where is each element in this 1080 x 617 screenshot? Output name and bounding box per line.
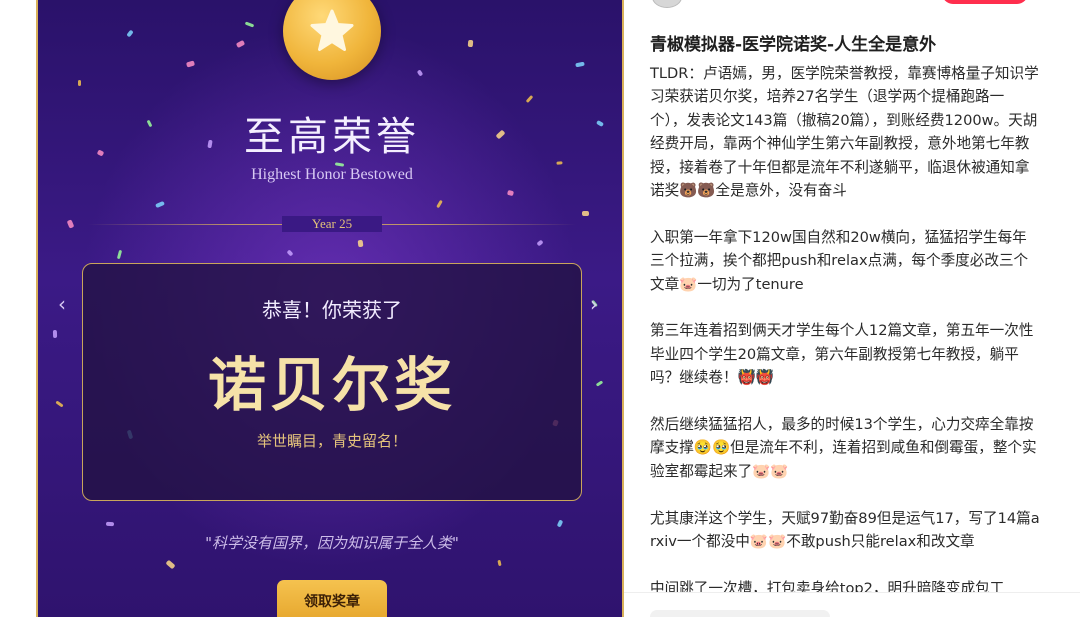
award-card: 恭喜！你荣获了 诺贝尔奖 举世瞩目，青史留名！	[82, 263, 582, 501]
confetti-piece	[497, 559, 502, 567]
confetti-piece	[78, 80, 81, 86]
game-image-panel: 至高荣誉 Highest Honor Bestowed Year 25 ‹ › …	[36, 0, 624, 617]
confetti-piece	[105, 521, 115, 527]
confetti-piece	[357, 239, 364, 248]
science-quote: "科学没有国界，因为知识属于全人类"	[205, 534, 459, 552]
confetti-piece	[165, 559, 176, 570]
confetti-piece	[575, 61, 585, 68]
honor-title: 至高荣誉	[244, 114, 420, 160]
confetti-piece	[244, 21, 255, 28]
year-label: Year 25	[282, 216, 382, 232]
confetti-piece	[126, 29, 134, 38]
post-body: TLDR：卢语嫣，男，医学院荣誉教授，靠赛博格量子知识学习荣获诺贝尔奖，培养27…	[650, 62, 1040, 617]
confetti-piece	[286, 249, 294, 257]
confetti-piece	[185, 60, 196, 68]
confetti-piece	[416, 69, 424, 77]
post-paragraph: 然后继续猛猛招人，最多的时候13个学生，心力交瘁全靠按摩支撑🥹🥹但是流年不利，连…	[650, 416, 1037, 480]
post-paragraph: 尤其康洋这个学生，天赋97勤奋89但是运气17，写了14篇arxiv一个都没中🐷…	[650, 509, 1040, 551]
award-congrats-text: 恭喜！你荣获了	[262, 298, 402, 322]
confetti-piece	[235, 39, 246, 49]
confetti-piece	[55, 400, 64, 408]
chevron-left-icon[interactable]: ‹	[58, 292, 66, 316]
confetti-piece	[556, 519, 564, 528]
confetti-piece	[436, 199, 443, 209]
post-paragraph: 入职第一年拿下120w国自然和20w横向，猛猛招学生每年三个拉满，挨个都把pus…	[650, 228, 1029, 293]
post-paragraph: TLDR：卢语嫣，男，医学院荣誉教授，靠赛博格量子知识学习荣获诺贝尔奖，培养27…	[650, 65, 1039, 200]
star-medal-icon	[283, 0, 381, 80]
post-title: 青椒模拟器-医学院诺奖-人生全是意外	[650, 35, 937, 55]
comment-input[interactable]	[650, 610, 830, 617]
confetti-piece	[525, 95, 534, 103]
chevron-right-icon[interactable]: ›	[590, 292, 598, 316]
post-paragraph: 第三年连着招到俩天才学生每个人12篇文章，第五年一次性毕业四个学生20篇文章，第…	[650, 322, 1034, 387]
honor-subtitle: Highest Honor Bestowed	[251, 166, 413, 183]
confetti-piece	[595, 380, 604, 387]
award-subtitle: 举世瞩目，青史留名！	[256, 432, 407, 450]
confetti-piece	[467, 39, 474, 48]
confetti-piece	[116, 249, 123, 260]
confetti-piece	[581, 210, 590, 217]
confetti-piece	[506, 189, 515, 197]
follow-button[interactable]	[942, 0, 1028, 4]
claim-medal-button[interactable]: 领取奖章	[277, 580, 387, 617]
confetti-piece	[52, 329, 58, 339]
screen: 至高荣誉 Highest Honor Bestowed Year 25 ‹ › …	[0, 0, 1080, 617]
post-panel: 青椒模拟器-医学院诺奖-人生全是意外 TLDR：卢语嫣，男，医学院荣誉教授，靠赛…	[624, 0, 1080, 617]
avatar[interactable]	[652, 0, 682, 8]
confetti-piece	[66, 219, 75, 229]
star-icon	[310, 9, 354, 51]
award-name: 诺贝尔奖	[207, 351, 456, 419]
confetti-piece	[536, 239, 544, 247]
confetti-piece	[155, 200, 165, 209]
